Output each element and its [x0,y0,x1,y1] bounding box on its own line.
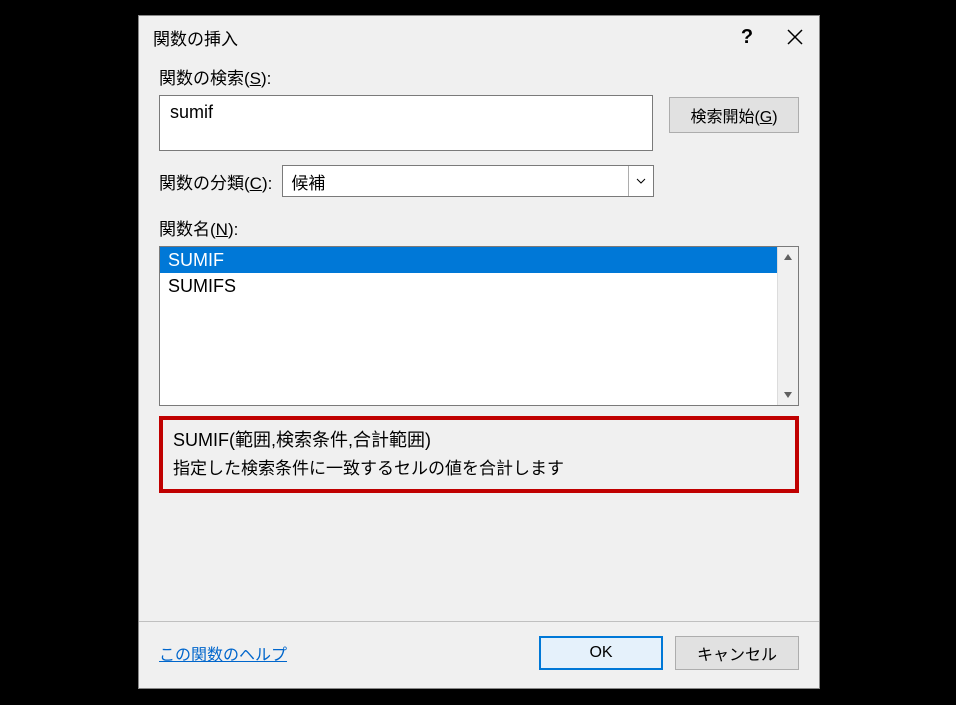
function-signature: SUMIF(範囲,検索条件,合計範囲) [173,426,785,452]
title-bar: 関数の挿入 ? [139,16,819,58]
search-row: sumif 検索開始(G) [159,95,799,151]
function-list-label: 関数名(N): [159,215,799,240]
dialog-title: 関数の挿入 [153,25,723,50]
function-list-items: SUMIF SUMIFS [160,247,777,405]
help-link[interactable]: この関数のヘルプ [159,641,287,665]
scroll-track[interactable] [778,267,798,385]
insert-function-dialog: 関数の挿入 ? 関数の検索(S): sumif 検索開始(G) 関数の分類(C)… [138,15,820,689]
scroll-up-icon[interactable] [778,247,798,267]
function-description: SUMIF(範囲,検索条件,合計範囲) 指定した検索条件に一致するセルの値を合計… [159,416,799,493]
chevron-down-icon [628,166,653,196]
search-label: 関数の検索(S): [159,64,799,89]
ok-button[interactable]: OK [539,636,663,670]
category-selected-value: 候補 [283,169,628,194]
function-description-text: 指定した検索条件に一致するセルの値を合計します [173,454,785,479]
cancel-button[interactable]: キャンセル [675,636,799,670]
dialog-content: 関数の検索(S): sumif 検索開始(G) 関数の分類(C): 候補 関数名… [139,58,819,621]
list-item[interactable]: SUMIFS [160,273,777,299]
scrollbar[interactable] [777,247,798,405]
close-icon [787,29,803,45]
scroll-down-icon[interactable] [778,385,798,405]
search-input[interactable]: sumif [159,95,653,151]
help-button[interactable]: ? [723,16,771,58]
category-row: 関数の分類(C): 候補 [159,165,799,197]
function-listbox[interactable]: SUMIF SUMIFS [159,246,799,406]
dialog-footer: この関数のヘルプ OK キャンセル [139,621,819,688]
close-button[interactable] [771,16,819,58]
category-label: 関数の分類(C): [159,169,272,194]
list-item[interactable]: SUMIF [160,247,777,273]
go-button[interactable]: 検索開始(G) [669,97,799,133]
category-select[interactable]: 候補 [282,165,654,197]
